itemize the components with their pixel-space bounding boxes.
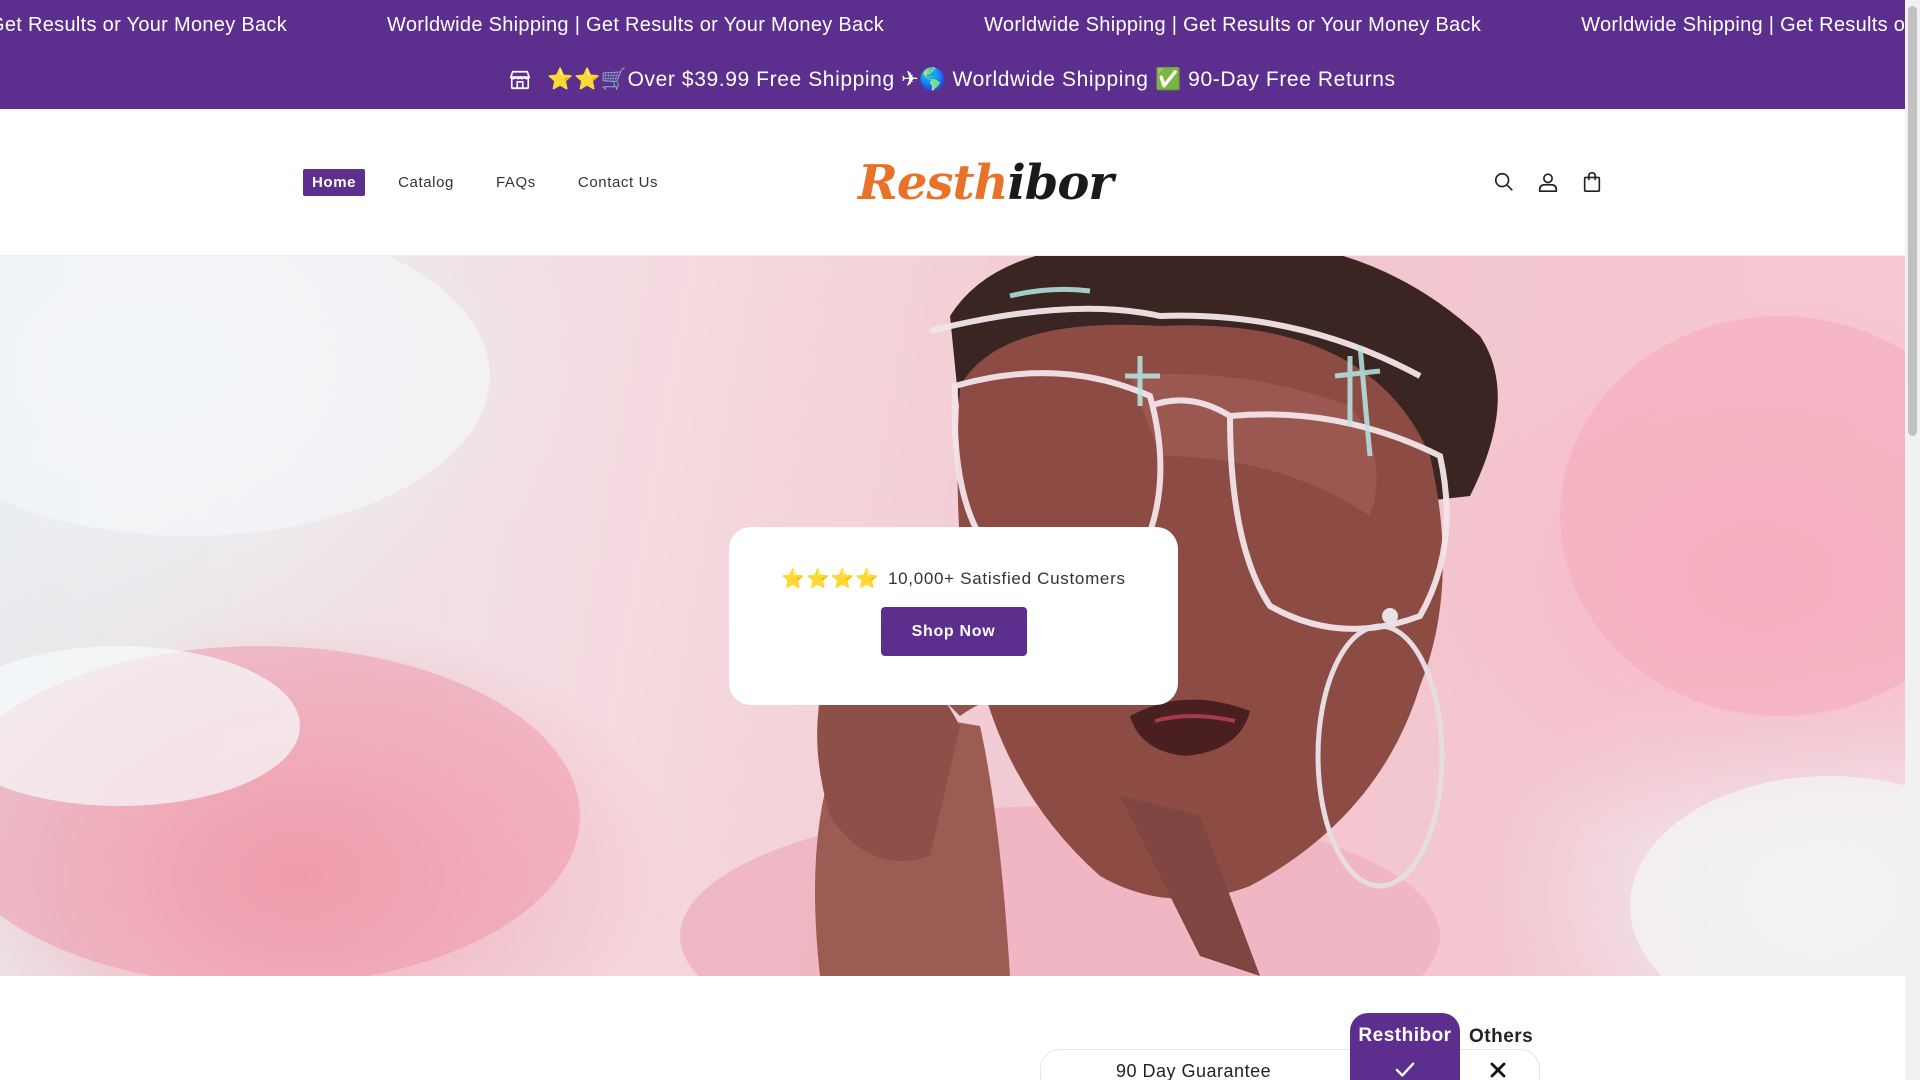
rating-text: 10,000+ Satisfied Customers [887, 569, 1126, 588]
rating-stars: ⭐⭐⭐⭐ [781, 569, 880, 590]
announcement-text: 🛒Over $39.99 Free Shipping ✈🌎 Worldwide … [600, 68, 1396, 91]
marquee-item: Worldwide Shipping | Get Results or Your… [1581, 13, 1905, 36]
hero-card: ⭐⭐⭐⭐ 10,000+ Satisfied Customers Shop No… [729, 527, 1178, 705]
logo[interactable]: Resth ibor [858, 147, 1114, 219]
nav-item-contact-us[interactable]: Contact Us [569, 169, 667, 196]
others-column-label: Others [1469, 1026, 1534, 1047]
marquee-track: Worldwide Shipping | Get Results or Your… [0, 0, 1905, 50]
announcement-stars: ⭐⭐ [547, 67, 601, 91]
check-icon [1394, 1061, 1416, 1080]
marquee-item: Worldwide Shipping | Get Results or Your… [387, 13, 885, 36]
header-icons [1490, 168, 1622, 196]
marquee-item: Worldwide Shipping | Get Results or Your… [984, 13, 1482, 36]
scrollbar-thumb[interactable] [1908, 6, 1917, 436]
shop-now-button[interactable]: Shop Now [880, 607, 1027, 656]
site-header: Home Catalog FAQs Contact Us Resth ibor [0, 109, 1905, 256]
cross-icon [1490, 1062, 1506, 1080]
marquee-bar: Worldwide Shipping | Get Results or Your… [0, 0, 1905, 50]
brand-column-label: Resthibor [1358, 1025, 1452, 1046]
logo-part-2: ibor [1007, 155, 1114, 211]
nav-item-faqs[interactable]: FAQs [487, 169, 545, 196]
nav-item-home[interactable]: Home [303, 169, 366, 196]
main-nav: Home Catalog FAQs Contact Us [303, 169, 691, 196]
announcement-bar: ⭐⭐ 🛒Over $39.99 Free Shipping ✈🌎 Worldwi… [0, 50, 1905, 109]
comparison-row-label: 90 Day Guarantee [1116, 1061, 1272, 1080]
account-icon[interactable] [1534, 168, 1562, 196]
marquee-item: Worldwide Shipping | Get Results or Your… [0, 13, 288, 36]
nav-item-catalog[interactable]: Catalog [389, 169, 463, 196]
logo-part-1: Resth [858, 155, 1009, 211]
cart-icon[interactable] [1578, 168, 1606, 196]
page-scrollbar[interactable] [1905, 0, 1920, 1080]
comparison-section: 90 Day Guarantee Resthibor Others [0, 976, 1905, 1080]
rating-row: ⭐⭐⭐⭐ 10,000+ Satisfied Customers [781, 567, 1125, 591]
search-icon[interactable] [1490, 168, 1518, 196]
comparison-row: 90 Day Guarantee [1040, 1049, 1540, 1080]
hero-banner: ⭐⭐⭐⭐ 10,000+ Satisfied Customers Shop No… [0, 256, 1905, 976]
store-icon [509, 69, 531, 91]
